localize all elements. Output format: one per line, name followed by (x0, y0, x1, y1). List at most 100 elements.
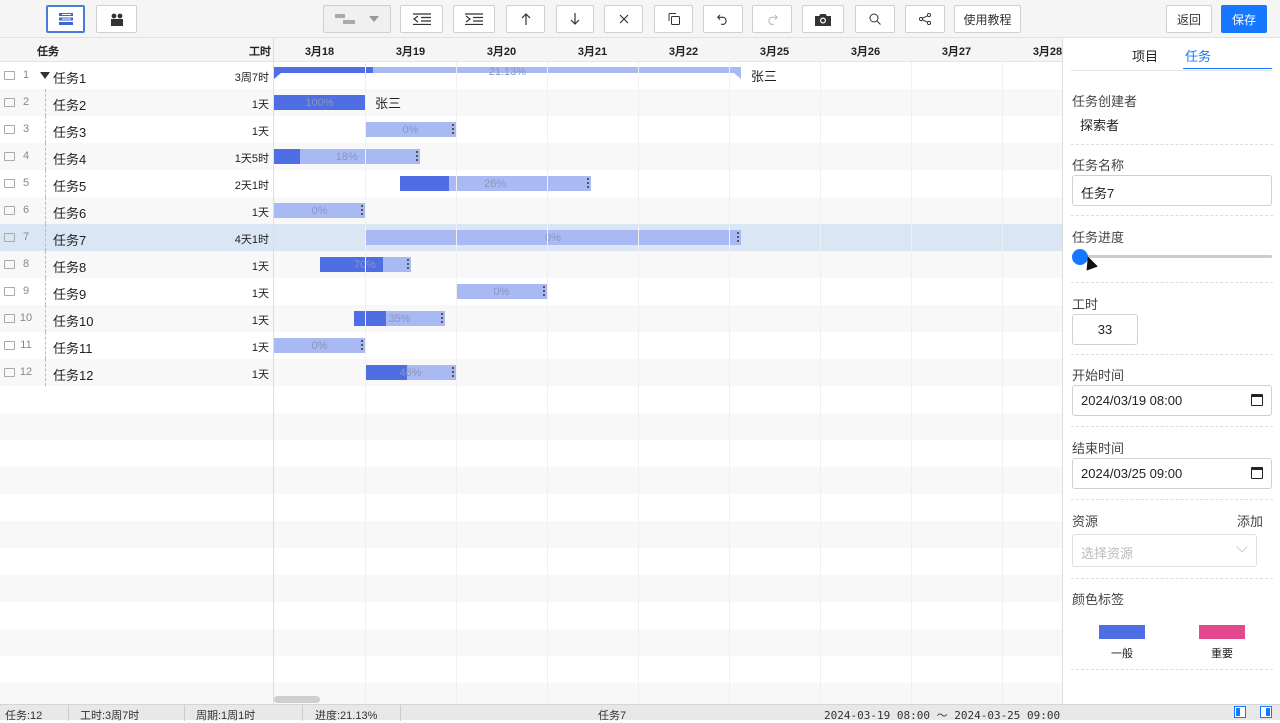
comment-icon[interactable] (4, 71, 15, 80)
calendar-icon[interactable] (1251, 394, 1263, 406)
empty-row[interactable] (0, 548, 1062, 575)
summary-bar[interactable]: 21.13% (274, 66, 741, 79)
task-duration[interactable]: 1天 (200, 96, 269, 112)
hours-input[interactable]: 33 (1072, 314, 1138, 345)
tab-project[interactable]: 项目 (1132, 46, 1158, 65)
column-header-duration[interactable]: 工时 (249, 43, 271, 59)
task-duration[interactable]: 3周7时 (200, 69, 269, 85)
task-bar[interactable]: 0% (274, 338, 365, 353)
task-name[interactable]: 任务12 (53, 365, 93, 384)
comment-icon[interactable] (4, 179, 15, 188)
color-swatch-important[interactable] (1199, 625, 1245, 639)
task-duration[interactable]: 1天 (200, 312, 269, 328)
end-time-input[interactable]: 2024/03/25 09:00 (1072, 458, 1272, 489)
empty-row[interactable] (0, 413, 1062, 440)
comment-icon[interactable] (4, 314, 15, 323)
empty-row[interactable] (0, 683, 1062, 704)
empty-row[interactable] (0, 575, 1062, 602)
screenshot-button[interactable] (802, 5, 844, 33)
resize-handle[interactable] (361, 340, 363, 351)
task-duration[interactable]: 1天 (200, 285, 269, 301)
task-name[interactable]: 任务1 (53, 68, 86, 87)
task-name[interactable]: 任务9 (53, 284, 86, 303)
back-button[interactable]: 返回 (1166, 5, 1212, 33)
task-row[interactable]: 6 任务6 1天 0% (0, 197, 1062, 224)
move-down-button[interactable] (556, 5, 594, 33)
task-name[interactable]: 任务4 (53, 149, 86, 168)
task-row[interactable]: 5 任务5 2天1时 26% (0, 170, 1062, 197)
task-row[interactable]: 3 任务3 1天 0% (0, 116, 1062, 143)
start-time-input[interactable]: 2024/03/19 08:00 (1072, 385, 1272, 416)
task-name[interactable]: 任务10 (53, 311, 93, 330)
tutorial-button[interactable]: 使用教程 (954, 5, 1021, 33)
task-row[interactable]: 1 任务1 3周7时 21.13% 张三 (0, 62, 1062, 89)
undo-button[interactable] (703, 5, 743, 33)
task-duration[interactable]: 1天 (200, 123, 269, 139)
comment-icon[interactable] (4, 233, 15, 242)
comment-icon[interactable] (4, 341, 15, 350)
task-name[interactable]: 任务6 (53, 203, 86, 222)
empty-row[interactable] (0, 440, 1062, 467)
task-duration[interactable]: 1天 (200, 339, 269, 355)
color-swatch-normal[interactable] (1099, 625, 1145, 639)
resize-handle[interactable] (415, 151, 418, 162)
task-duration[interactable]: 4天1时 (200, 231, 269, 247)
task-name[interactable]: 任务2 (53, 95, 86, 114)
redo-button[interactable] (752, 5, 792, 33)
task-bar[interactable]: 18% (274, 149, 420, 164)
empty-row[interactable] (0, 656, 1062, 683)
task-bar[interactable]: 35% (354, 311, 446, 326)
empty-row[interactable] (0, 602, 1062, 629)
collapse-caret-icon[interactable] (40, 72, 50, 79)
task-name[interactable]: 任务7 (53, 230, 86, 249)
task-name[interactable]: 任务5 (53, 176, 86, 195)
empty-row[interactable] (0, 467, 1062, 494)
add-resource-link[interactable]: 添加 (1237, 511, 1263, 530)
task-row[interactable]: 10 任务10 1天 35% (0, 305, 1062, 332)
delete-button[interactable] (604, 5, 643, 33)
outdent-button[interactable] (400, 5, 443, 33)
search-button[interactable] (855, 5, 895, 33)
copy-button[interactable] (654, 5, 693, 33)
grid-view-button[interactable] (46, 5, 85, 33)
resource-select[interactable]: 选择资源 (1072, 534, 1257, 567)
task-bar[interactable]: 100% (274, 95, 365, 110)
column-header-task[interactable]: 任务 (37, 43, 59, 59)
save-button[interactable]: 保存 (1221, 5, 1267, 33)
empty-row[interactable] (0, 521, 1062, 548)
resize-handle[interactable] (452, 367, 454, 378)
task-bar[interactable]: 0% (365, 230, 741, 245)
calendar-icon[interactable] (1251, 467, 1263, 479)
task-row[interactable]: 11 任务11 1天 0% (0, 332, 1062, 359)
comment-icon[interactable] (4, 260, 15, 269)
resize-handle[interactable] (543, 286, 545, 297)
resize-handle[interactable] (441, 313, 444, 324)
resize-handle[interactable] (361, 205, 363, 216)
split-view-left-icon[interactable] (1234, 706, 1246, 718)
task-duration[interactable]: 1天 (200, 204, 269, 220)
task-name[interactable]: 任务3 (53, 122, 86, 141)
comment-icon[interactable] (4, 368, 15, 377)
task-duration[interactable]: 1天 (200, 366, 269, 382)
task-row[interactable]: 12 任务12 1天 46% (0, 359, 1062, 386)
horizontal-scrollbar[interactable] (274, 696, 320, 703)
dependency-dropdown[interactable] (323, 5, 391, 33)
empty-row[interactable] (0, 494, 1062, 521)
comment-icon[interactable] (4, 287, 15, 296)
task-name[interactable]: 任务8 (53, 257, 86, 276)
task-duration[interactable]: 1天 (200, 258, 269, 274)
task-duration[interactable]: 2天1时 (200, 177, 269, 193)
move-up-button[interactable] (506, 5, 545, 33)
empty-row[interactable] (0, 629, 1062, 656)
task-row[interactable]: 4 任务4 1天5时 18% (0, 143, 1062, 170)
task-row[interactable]: 2 任务2 1天 100% 张三 (0, 89, 1062, 116)
task-row[interactable]: 7 任务7 4天1时 0% (0, 224, 1062, 251)
progress-slider-track[interactable] (1072, 255, 1272, 258)
task-bar[interactable]: 26% (399, 176, 591, 191)
empty-row[interactable] (0, 386, 1062, 413)
task-bar[interactable]: 0% (456, 284, 547, 299)
resource-view-button[interactable] (96, 5, 137, 33)
comment-icon[interactable] (4, 206, 15, 215)
resize-handle[interactable] (452, 124, 454, 135)
task-bar[interactable]: 0% (274, 203, 365, 218)
